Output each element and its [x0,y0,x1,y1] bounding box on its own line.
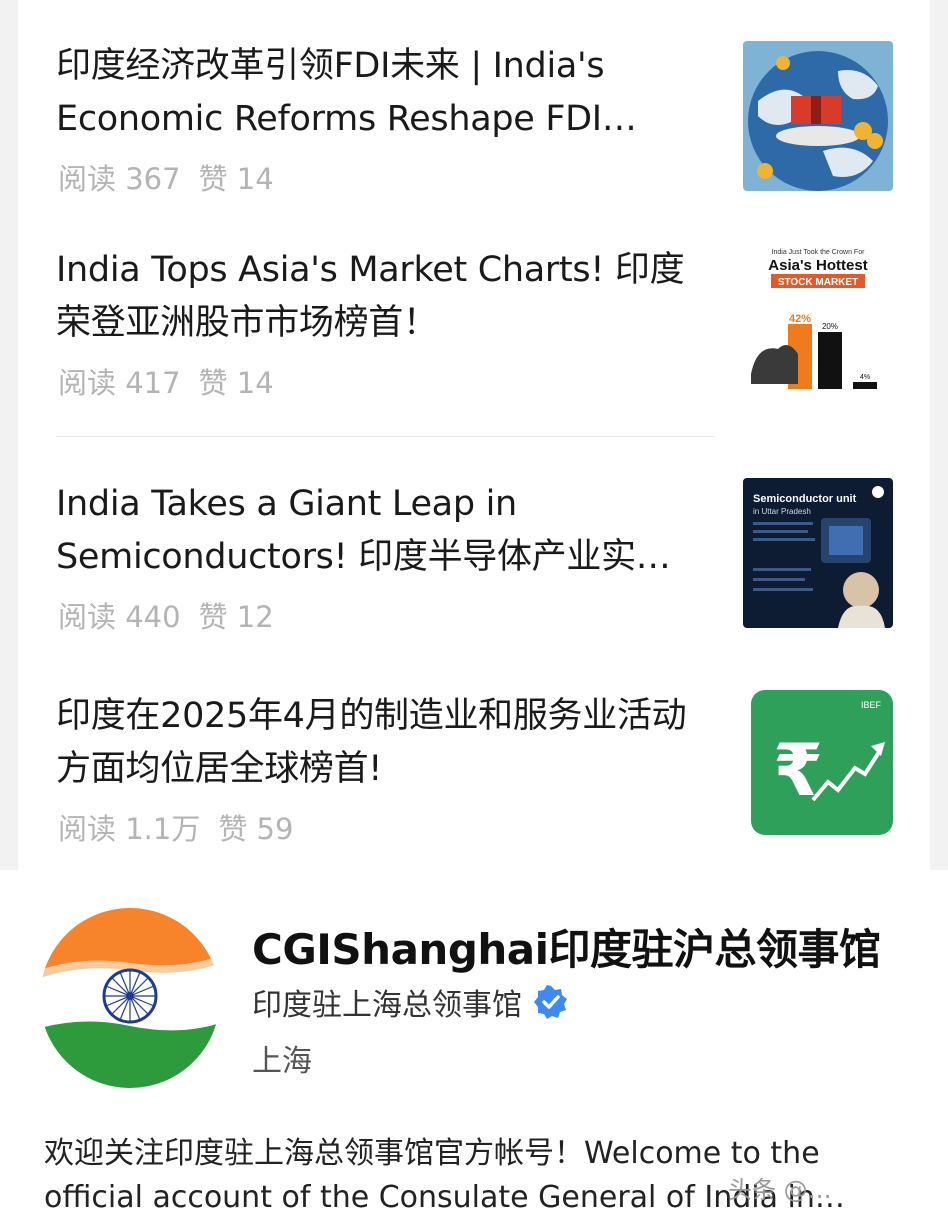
thumb-headline: Semiconductor unit [753,493,857,505]
account-subtitle: 印度驻上海总领事馆 [252,980,568,1024]
account-org-name: 印度驻上海总领事馆 [252,988,522,1023]
like-count: 赞 14 [198,162,274,196]
article-item[interactable]: 印度在2025年4月的制造业和服务业活动方面均位居全球榜首! 阅读 1.1万赞 … [56,690,896,850]
thumb-headline: Asia's Hottest [768,257,867,274]
thumb-pct: 4% [860,374,870,381]
divider [56,436,714,437]
article-list: 印度经济改革引领FDI未来 | India's Economic Reforms… [0,0,948,870]
thumb-caption: India Just Took the Crown For [772,249,866,256]
account-profile: CGIShanghai印度驻沪总领事馆 印度驻上海总领事馆 上海 欢迎关注印度驻… [0,870,948,1216]
article-item[interactable]: India Tops Asia's Market Charts! 印度荣登亚洲股… [56,244,896,404]
article-thumbnail[interactable]: IBEF ₹ [743,690,893,840]
article-title[interactable]: 印度经济改革引领FDI未来 | India's Economic Reforms… [56,40,716,146]
article-meta: 阅读 417 赞 14 [58,360,292,402]
thumb-pct: 42% [789,313,811,325]
watermark: 头条 @… [728,1176,832,1204]
article-item[interactable]: 印度经济改革引领FDI未来 | India's Economic Reforms… [56,40,896,200]
article-thumbnail[interactable]: Semiconductor unit in Uttar Pradesh [743,478,893,628]
article-meta: 阅读 1.1万赞 59 [58,806,311,848]
article-title[interactable]: 印度在2025年4月的制造业和服务业活动方面均位居全球榜首! [56,690,716,796]
read-count: 阅读 440 [58,600,181,634]
read-count: 阅读 367 [58,162,181,196]
thumb-brand: IBEF [861,700,882,710]
read-count: 阅读 1.1万 [58,812,201,846]
thumb-pct: 20% [822,322,838,331]
article-title[interactable]: India Tops Asia's Market Charts! 印度荣登亚洲股… [56,244,716,350]
article-meta: 阅读 367 赞 14 [58,156,292,198]
article-title[interactable]: India Takes a Giant Leap in Semiconducto… [56,478,716,584]
like-count: 赞 14 [198,366,274,400]
like-count: 赞 59 [218,812,294,846]
account-location: 上海 [252,1044,312,1079]
article-item[interactable]: India Takes a Giant Leap in Semiconducto… [56,478,896,638]
verified-badge-icon [534,985,568,1019]
thumb-tag: STOCK MARKET [778,277,858,288]
thumb-subtitle: in Uttar Pradesh [753,507,811,516]
like-count: 赞 12 [198,600,274,634]
article-meta: 阅读 440 赞 12 [58,594,292,636]
article-thumbnail[interactable]: India Just Took the Crown For Asia's Hot… [743,244,893,394]
article-thumbnail[interactable] [743,41,893,191]
account-name[interactable]: CGIShanghai印度驻沪总领事馆 [252,916,881,977]
read-count: 阅读 417 [58,366,181,400]
avatar[interactable] [40,908,220,1088]
india-flag-icon [40,908,220,1088]
